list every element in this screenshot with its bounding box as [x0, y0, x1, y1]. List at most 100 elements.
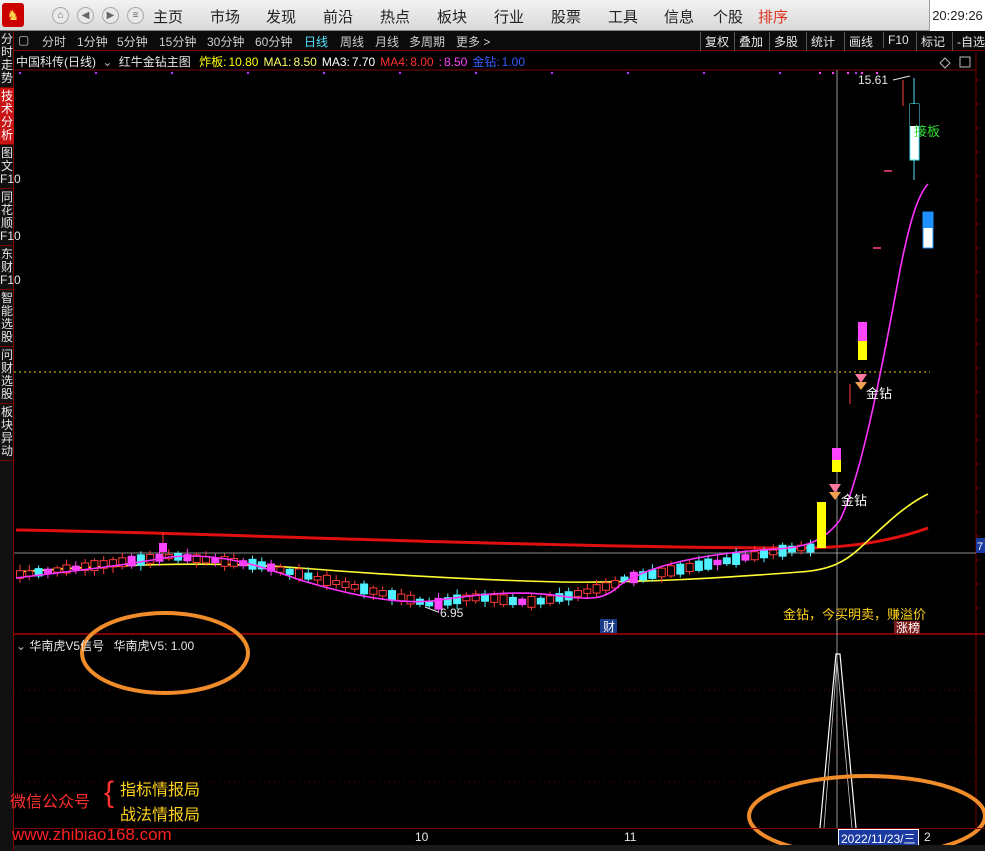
- top-dot: [818, 71, 822, 75]
- high-price-arrow: [892, 75, 911, 81]
- rally-candle-top: [858, 322, 867, 341]
- gold-diamond-icon: [829, 492, 841, 500]
- candle-body: [425, 601, 434, 607]
- gold-diamond-icon: [855, 374, 867, 383]
- candle-body: [295, 568, 303, 580]
- top-dot: [94, 71, 98, 75]
- candle-body: [923, 212, 933, 228]
- price-axis-label: 7: [977, 541, 983, 553]
- candle-body: [332, 580, 341, 585]
- candle-body: [760, 549, 768, 559]
- date-label-10: 10: [415, 830, 429, 844]
- candle-body: [732, 553, 741, 565]
- top-dot: [18, 71, 22, 75]
- candle-body: [713, 559, 722, 566]
- chevron-down-icon[interactable]: ⌄: [16, 639, 26, 653]
- candle-body: [378, 590, 387, 597]
- candle-body: [778, 544, 787, 557]
- candle-body: [769, 549, 778, 556]
- candle-body: [555, 593, 564, 602]
- candle-body: [527, 595, 536, 608]
- top-dot: [170, 71, 174, 75]
- candle-body: [490, 594, 499, 603]
- candle-body: [159, 543, 167, 552]
- candle-body: [71, 565, 80, 571]
- candle-body: [536, 597, 545, 605]
- wechat-label: 微信公众号: [10, 794, 91, 811]
- brace-glyph: {: [104, 776, 115, 809]
- candle-body: [583, 588, 592, 594]
- candle-body: [350, 584, 359, 590]
- candle-body: [518, 598, 527, 605]
- candle-body: [360, 583, 369, 595]
- sub-indicator-name[interactable]: 华南虎V5信号: [29, 639, 104, 653]
- candle-body: [564, 591, 573, 601]
- candle-body: [694, 560, 703, 571]
- candle-body: [592, 584, 601, 594]
- candle-body: [146, 554, 155, 564]
- top-dot: [474, 71, 478, 75]
- low-price-label: 6.95: [440, 606, 464, 620]
- rank-label: 涨榜: [896, 620, 920, 635]
- high-price-label: 15.61: [858, 73, 888, 87]
- cai-label: 财: [603, 620, 615, 634]
- ma-magenta-line: [15, 183, 929, 603]
- candle-body: [676, 563, 685, 575]
- candle-body: [667, 565, 675, 577]
- sub-indicator-value: 1.00: [170, 639, 195, 653]
- maximize-icon: [959, 56, 971, 68]
- top-dot: [702, 71, 706, 75]
- bottom-tab-bar: [14, 845, 985, 851]
- top-dot: [322, 71, 326, 75]
- top-dot: [246, 71, 250, 75]
- kline-chart[interactable]: 15.61接板金钻金钻6.95财金钻，今买明卖，赚溢价涨榜7: [0, 0, 985, 851]
- gold-label-2: 金钻: [841, 493, 867, 508]
- candle-body: [508, 596, 517, 606]
- candle-body: [601, 582, 610, 591]
- candle-body: [136, 554, 145, 566]
- candle-body: [53, 567, 62, 573]
- rally-candle-top: [832, 448, 841, 460]
- candle-body: [285, 568, 294, 575]
- top-dot: [854, 71, 858, 75]
- top-dot: [398, 71, 402, 75]
- candle-body: [657, 567, 666, 578]
- candle-body: [499, 594, 508, 606]
- candle-body: [276, 566, 285, 573]
- gold-label-1: 金钻: [866, 386, 892, 401]
- candle-body: [211, 557, 220, 564]
- gold-diamond-icon: [829, 484, 841, 493]
- candle-body: [546, 595, 555, 604]
- candle-body: [722, 557, 731, 565]
- top-dot: [550, 71, 554, 75]
- rally-candle: [817, 502, 826, 548]
- ma-yellow-line: [15, 493, 929, 583]
- top-dot: [846, 71, 850, 75]
- candle-body: [574, 590, 582, 597]
- date-label-end: 2: [924, 830, 931, 844]
- candle-body: [43, 568, 52, 574]
- candle-body: [322, 574, 331, 586]
- watermark-line2: 战法情报局: [120, 807, 201, 824]
- top-dot: [626, 71, 630, 75]
- top-dot: [831, 71, 835, 75]
- candle-body: [369, 587, 378, 595]
- candle-body: [453, 594, 462, 605]
- candle-body: [806, 543, 815, 553]
- candle-body: [313, 575, 322, 581]
- candle-body: [741, 554, 750, 561]
- date-label-11: 11: [624, 830, 637, 844]
- candle-body: [750, 551, 759, 561]
- diamond-settings-icon: [939, 57, 951, 69]
- sub-indicator-title: ⌄ 华南虎V5信号 华南虎V5: 1.00: [16, 637, 194, 654]
- ma-red-line: [15, 526, 929, 550]
- candle-body: [341, 581, 350, 589]
- strategy-note: 金钻，今买明卖，赚溢价: [783, 607, 926, 622]
- candle-body: [388, 590, 396, 601]
- top-dot: [778, 71, 782, 75]
- candle-body: [406, 594, 415, 605]
- candle-body: [685, 562, 694, 573]
- watermark-line1: 指标情报局: [120, 782, 201, 799]
- candle-body: [910, 104, 919, 126]
- limit-up-label: 接板: [914, 124, 940, 139]
